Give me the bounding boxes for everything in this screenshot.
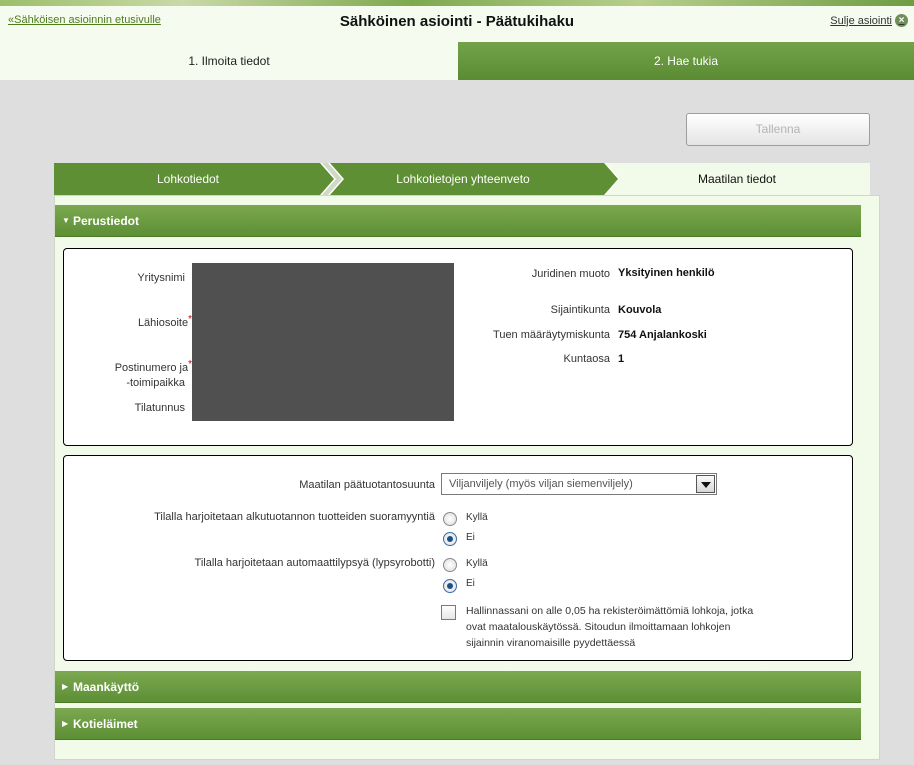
close-session-link[interactable]: Sulje asiointi × bbox=[830, 14, 908, 27]
robot-yes-label: Kyllä bbox=[466, 558, 488, 569]
close-session-label: Sulje asiointi bbox=[830, 14, 892, 27]
postal-label-line2: -toimipaikka bbox=[126, 377, 185, 389]
municipality-label: Sijaintikunta bbox=[550, 304, 610, 316]
step-lohkotiedot[interactable]: Lohkotiedot bbox=[54, 163, 322, 195]
step-separator-icon bbox=[320, 163, 344, 195]
robot-no-radio[interactable] bbox=[443, 579, 457, 593]
app-header: «Sähköisen asioinnin etusivulle Sähköine… bbox=[0, 6, 914, 42]
section-perustiedot-header[interactable]: ▼ Perustiedot bbox=[55, 205, 861, 237]
wizard-steps: Lohkotiedot Lohkotietojen yhteenveto Maa… bbox=[54, 163, 870, 195]
save-button[interactable]: Tallenna bbox=[686, 113, 870, 146]
page-title: Sähköinen asiointi - Päätukihaku bbox=[339, 13, 575, 30]
direct-sales-label: Tilalla harjoitetaan alkutuotannon tuott… bbox=[154, 511, 435, 523]
support-municipality-value: 754 Anjalankoski bbox=[618, 329, 707, 341]
step-lohkotietojen-yhteenveto[interactable]: Lohkotietojen yhteenveto bbox=[322, 163, 604, 195]
section-title: Perustiedot bbox=[73, 214, 140, 228]
section-title: Kotieläimet bbox=[73, 717, 138, 731]
main-production-select[interactable]: Viljanviljely (myös viljan siemenviljely… bbox=[441, 473, 717, 495]
redacted-block bbox=[192, 263, 454, 421]
direct-sales-no-label: Ei bbox=[466, 532, 475, 543]
legal-form-label: Juridinen muoto bbox=[531, 268, 610, 280]
direct-sales-yes-label: Kyllä bbox=[466, 512, 488, 523]
step-separator-icon bbox=[596, 163, 620, 195]
section-title: Maankäyttö bbox=[73, 680, 140, 694]
collapsed-triangle-icon: ▶ bbox=[62, 719, 69, 728]
main-production-value: Viljanviljely (myös viljan siemenviljely… bbox=[449, 478, 633, 490]
postal-label-text: Postinumero ja bbox=[114, 362, 189, 374]
chevron-down-icon[interactable] bbox=[696, 475, 715, 493]
legal-form-value: Yksityinen henkilö bbox=[618, 267, 715, 279]
municipality-part-label: Kuntaosa bbox=[563, 353, 610, 365]
expanded-triangle-icon: ▼ bbox=[62, 216, 70, 225]
farm-id-label: Tilatunnus bbox=[134, 402, 185, 414]
robot-no-label: Ei bbox=[466, 578, 475, 589]
tab-hae-tukia[interactable]: 2. Hae tukia bbox=[458, 42, 914, 80]
support-municipality-label: Tuen määräytymiskunta bbox=[493, 329, 610, 341]
collapsed-triangle-icon: ▶ bbox=[62, 682, 69, 691]
step-maatilan-tiedot[interactable]: Maatilan tiedot bbox=[604, 163, 870, 195]
unregistered-parcels-checkbox[interactable] bbox=[441, 605, 456, 620]
unregistered-parcels-text: Hallinnassani on alle 0,05 ha rekisteröi… bbox=[466, 605, 754, 649]
section-maankaytto-header[interactable]: ▶ Maankäyttö bbox=[55, 671, 861, 703]
postal-label-line1: Postinumero ja* bbox=[90, 359, 192, 374]
address-label: Lähiosoite* bbox=[100, 314, 192, 329]
direct-sales-no-radio[interactable] bbox=[443, 532, 457, 546]
address-label-text: Lähiosoite bbox=[137, 317, 189, 329]
main-production-label: Maatilan päätuotantosuunta bbox=[299, 479, 435, 491]
robot-yes-radio[interactable] bbox=[443, 558, 457, 572]
milking-robot-label: Tilalla harjoitetaan automaattilypsyä (l… bbox=[194, 557, 435, 569]
direct-sales-yes-radio[interactable] bbox=[443, 512, 457, 526]
company-name-label: Yritysnimi bbox=[137, 272, 185, 284]
close-icon[interactable]: × bbox=[895, 14, 908, 27]
section-kotielaimet-header[interactable]: ▶ Kotieläimet bbox=[55, 708, 861, 740]
tab-ilmoita-tiedot[interactable]: 1. Ilmoita tiedot bbox=[0, 42, 458, 80]
municipality-part-value: 1 bbox=[618, 353, 625, 365]
municipality-value: Kouvola bbox=[618, 304, 662, 316]
main-tabs: 1. Ilmoita tiedot 2. Hae tukia bbox=[0, 42, 914, 80]
